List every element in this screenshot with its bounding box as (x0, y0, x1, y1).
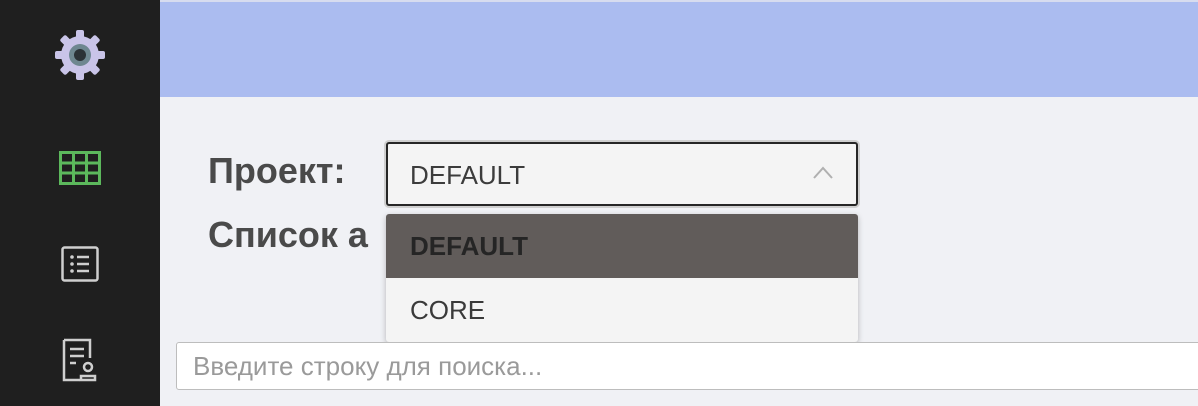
sidebar-item-tables[interactable] (0, 148, 160, 192)
sidebar-item-list[interactable] (0, 244, 160, 288)
project-label: Проект: (208, 150, 346, 191)
dropdown-option-core[interactable]: CORE (386, 278, 858, 342)
sidebar-item-documents[interactable] (0, 338, 160, 386)
gear-icon (52, 27, 108, 88)
chevron-up-icon (812, 162, 834, 189)
search-input[interactable] (176, 342, 1198, 390)
document-user-icon (62, 338, 98, 387)
list-icon (61, 245, 99, 287)
project-select[interactable]: DEFAULT (386, 142, 858, 206)
project-dropdown-menu: DEFAULT CORE (386, 214, 858, 342)
project-select-value: DEFAULT (410, 160, 526, 190)
list-heading: Список а (208, 214, 368, 255)
table-grid-icon (59, 150, 101, 190)
top-bar (160, 0, 1198, 97)
dropdown-option-default[interactable]: DEFAULT (386, 214, 858, 278)
sidebar (0, 0, 160, 406)
sidebar-item-settings[interactable] (0, 28, 160, 86)
